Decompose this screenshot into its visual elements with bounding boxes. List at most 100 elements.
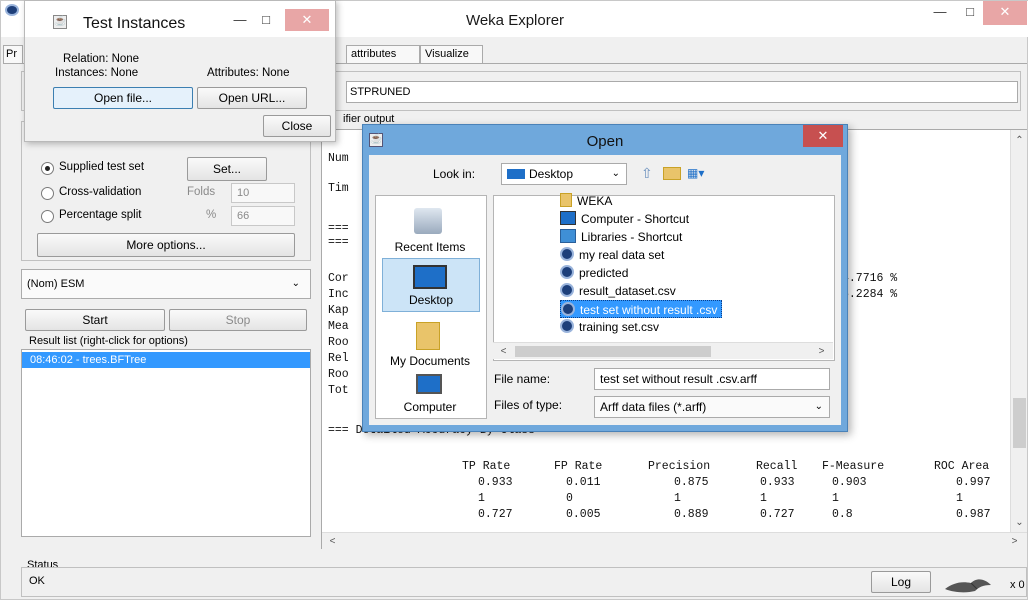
file-name-input[interactable]: test set without result .csv.arff	[594, 368, 830, 390]
recent-items-icon	[414, 208, 442, 234]
table-cell: 0.727	[760, 508, 795, 521]
tab-preprocess[interactable]: Pr	[3, 45, 23, 63]
look-in-select[interactable]: Desktop ⌄	[501, 163, 627, 185]
files-of-type-select[interactable]: Arff data files (*.arff) ⌄	[594, 396, 830, 418]
list-item[interactable]: Computer - Shortcut	[560, 210, 693, 228]
test-instances-title: Test Instances	[83, 15, 186, 32]
scroll-down-icon[interactable]: ⌄	[1011, 514, 1028, 531]
up-one-level-icon[interactable]: ⇧	[641, 165, 657, 181]
output-line: Num	[328, 152, 349, 165]
file-name-label: File name:	[494, 372, 551, 386]
table-cell: 0.933	[760, 476, 795, 489]
set-button[interactable]: Set...	[187, 157, 267, 181]
scroll-left-icon[interactable]: <	[324, 533, 341, 550]
stop-button[interactable]: Stop	[169, 309, 307, 331]
col-header-roc-area: ROC Area	[934, 460, 990, 473]
output-horizontal-scrollbar[interactable]: < >	[322, 532, 1027, 549]
test-instances-close-button[interactable]: Close	[263, 115, 331, 137]
chevron-down-icon: ⌄	[291, 278, 300, 289]
cross-validation-radio[interactable]	[41, 187, 54, 200]
libraries-shortcut-icon	[560, 229, 576, 243]
file-name: training set.csv	[579, 320, 660, 334]
place-recent-items[interactable]: Recent Items	[378, 240, 482, 254]
percent-field[interactable]: 66	[231, 206, 295, 226]
table-cell: 1	[956, 492, 963, 505]
scroll-left-icon[interactable]: <	[495, 343, 512, 360]
classifier-field[interactable]: STPRUNED	[346, 81, 1018, 103]
places-bar: Recent Items Desktop My Documents Comput…	[375, 195, 487, 419]
new-folder-icon[interactable]	[663, 167, 681, 180]
output-line: ===	[328, 236, 349, 249]
output-vertical-scrollbar[interactable]: ⌃ ⌄	[1010, 130, 1027, 532]
col-header-fp-rate: FP Rate	[554, 460, 603, 473]
view-menu-icon[interactable]: ▦▾	[687, 166, 711, 181]
list-item[interactable]: predicted	[560, 264, 632, 282]
open-dialog-title-bar: ☕ Open ✕	[363, 125, 847, 155]
table-cell: 0.011	[566, 476, 601, 489]
supplied-test-set-radio[interactable]	[41, 162, 54, 175]
table-cell: 1	[478, 492, 485, 505]
output-line: Inc	[328, 288, 349, 301]
output-line: Roo	[328, 368, 349, 381]
col-header-tp-rate: TP Rate	[462, 460, 511, 473]
table-cell: 0	[566, 492, 573, 505]
open-dialog-title: Open	[586, 133, 624, 150]
output-line: Tim	[328, 182, 349, 195]
open-dialog-close-button[interactable]: ✕	[803, 125, 843, 147]
file-name: test set without result .csv	[580, 303, 718, 317]
table-cell: 0.987	[956, 508, 991, 521]
scroll-right-icon[interactable]: >	[1006, 533, 1023, 550]
scroll-thumb[interactable]	[515, 346, 711, 357]
computer-icon	[416, 374, 442, 394]
files-of-type-label: Files of type:	[494, 398, 563, 412]
tab-visualize[interactable]: Visualize	[420, 45, 483, 63]
col-header-precision: Precision	[648, 460, 711, 473]
output-line: Cor	[328, 272, 349, 285]
chevron-down-icon: ⌄	[814, 401, 823, 412]
table-cell: 0.889	[674, 508, 709, 521]
instance-count: x 0	[1010, 579, 1025, 591]
folds-field[interactable]: 10	[231, 183, 295, 203]
open-file-button[interactable]: Open file...	[53, 87, 193, 109]
file-name: my real data set	[579, 248, 665, 262]
table-cell: 1	[832, 492, 839, 505]
file-name: WEKA	[577, 194, 613, 208]
result-list-item[interactable]: 08:46:02 - trees.BFTree	[22, 352, 310, 368]
file-name: Computer - Shortcut	[581, 212, 690, 226]
place-desktop: Desktop	[408, 293, 454, 307]
list-item[interactable]: training set.csv	[560, 318, 663, 336]
list-item[interactable]: result_dataset.csv	[560, 282, 680, 300]
list-item[interactable]: Libraries - Shortcut	[560, 228, 686, 246]
test-instances-close-icon[interactable]: ✕	[285, 9, 329, 31]
tab-select-attributes[interactable]: attributes	[346, 45, 420, 63]
table-cell: 1	[760, 492, 767, 505]
start-button[interactable]: Start	[25, 309, 165, 331]
file-name: predicted	[579, 266, 629, 280]
table-cell: 0.005	[566, 508, 601, 521]
file-list-horizontal-scrollbar[interactable]: < >	[493, 342, 833, 359]
col-header-recall: Recall	[756, 460, 798, 473]
table-cell: 0.8	[832, 508, 853, 521]
percent-label: %	[206, 209, 217, 221]
more-options-button[interactable]: More options...	[37, 233, 295, 257]
list-item[interactable]: my real data set	[560, 246, 668, 264]
open-url-button[interactable]: Open URL...	[197, 87, 307, 109]
place-my-documents[interactable]: My Documents	[378, 354, 482, 368]
test-instances-maximize-button[interactable]: □	[247, 9, 285, 33]
close-button[interactable]: ✕	[983, 1, 1027, 25]
scroll-thumb[interactable]	[1013, 398, 1026, 448]
percentage-split-radio[interactable]	[41, 210, 54, 223]
scroll-right-icon[interactable]: >	[813, 343, 830, 360]
table-cell: 0.933	[478, 476, 513, 489]
cross-validation-label: Cross-validation	[59, 186, 142, 198]
place-desktop-selected[interactable]: Desktop	[382, 258, 480, 312]
table-cell: 1	[674, 492, 681, 505]
class-attribute-select[interactable]: (Nom) ESM ⌄	[21, 269, 311, 299]
list-item[interactable]: WEKA	[560, 192, 616, 210]
scroll-up-icon[interactable]: ⌃	[1011, 132, 1028, 149]
place-computer[interactable]: Computer	[378, 400, 482, 414]
log-button[interactable]: Log	[871, 571, 931, 593]
result-list[interactable]: 08:46:02 - trees.BFTree	[21, 349, 311, 537]
list-item-selected[interactable]: test set without result .csv	[560, 300, 723, 318]
output-line: Mea	[328, 320, 349, 333]
